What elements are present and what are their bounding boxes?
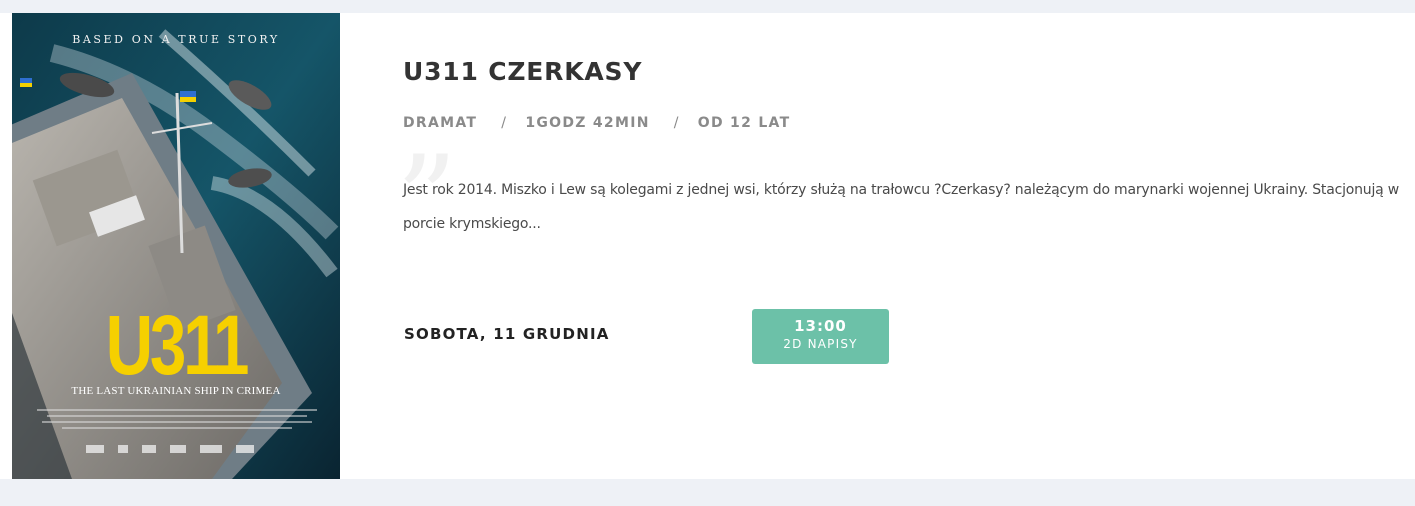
movie-description: Jest rok 2014. Miszko i Lew są kolegami …	[403, 182, 1400, 232]
movie-card: BASED ON A TRUE STORY U311 THE LAST UKRA…	[0, 13, 1415, 479]
showtime-format: 2D NAPISY	[783, 337, 858, 351]
screening-date: SOBOTA, 11 GRUDNIA	[404, 325, 610, 343]
meta-separator: /	[501, 115, 508, 131]
poster-credits	[32, 409, 322, 433]
movie-duration: 1GODZ 42MIN	[525, 115, 650, 131]
poster-logos	[86, 445, 254, 453]
movie-poster[interactable]: BASED ON A TRUE STORY U311 THE LAST UKRA…	[12, 13, 340, 479]
showtime-button[interactable]: 13:00 2D NAPISY	[752, 309, 889, 364]
poster-title: U311	[105, 298, 250, 392]
poster-tagline: BASED ON A TRUE STORY	[72, 33, 280, 46]
movie-genre: DRAMAT	[403, 115, 478, 131]
showtime-time: 13:00	[794, 317, 847, 335]
movie-age-rating: OD 12 LAT	[697, 115, 791, 131]
meta-separator: /	[673, 115, 680, 131]
movie-title[interactable]: U311 CZERKASY	[403, 57, 642, 86]
poster-subtitle: THE LAST UKRAINIAN SHIP IN CRIMEA	[71, 385, 281, 397]
movie-meta: DRAMAT / 1GODZ 42MIN / OD 12 LAT	[403, 115, 790, 131]
